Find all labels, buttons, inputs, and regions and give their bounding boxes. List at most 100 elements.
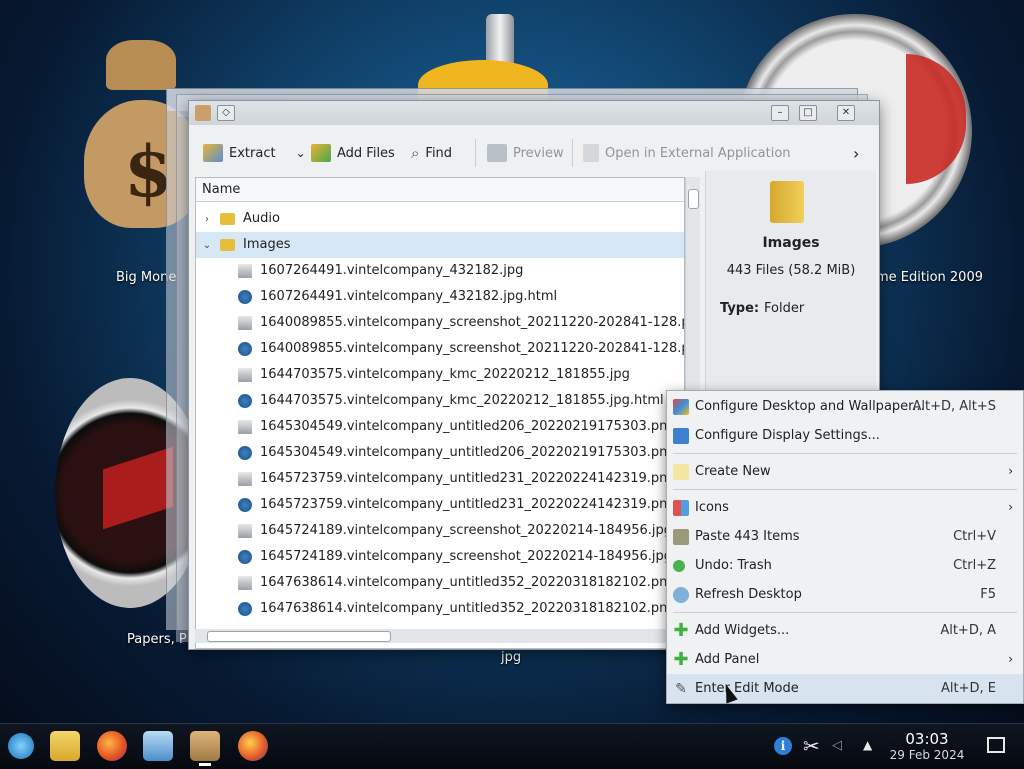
menu-separator — [673, 489, 1017, 490]
menu-item-icons[interactable]: Icons › — [667, 493, 1023, 522]
scissors-icon[interactable]: ✂ — [803, 734, 820, 758]
minimize-button[interactable]: – — [771, 105, 789, 121]
menu-item-undo[interactable]: Undo: Trash Ctrl+Z — [667, 551, 1023, 580]
file-row[interactable]: 1640089855.vintelcompany_screenshot_2021… — [196, 336, 684, 362]
menu-item-refresh[interactable]: Refresh Desktop F5 — [667, 580, 1023, 609]
tree-row-label: Images — [243, 237, 291, 252]
tree-row-label: Audio — [243, 211, 280, 226]
icons-grid-icon — [673, 500, 689, 516]
scroll-handle[interactable] — [688, 189, 699, 209]
file-row[interactable]: 1645304549.vintelcompany_untitled206_202… — [196, 414, 684, 440]
scroll-handle[interactable] — [207, 631, 391, 642]
menu-item-add-panel[interactable]: ✚ Add Panel › — [667, 645, 1023, 674]
image-file-icon — [238, 523, 252, 538]
file-name: 1644703575.vintelcompany_kmc_20220212_18… — [260, 367, 630, 382]
new-file-icon — [673, 464, 689, 480]
maximize-button[interactable]: □ — [799, 105, 817, 121]
html-file-icon — [238, 497, 252, 512]
open-external-button[interactable]: Open in External Application — [583, 140, 791, 166]
main-toolbar: Extract ⌄ Add Files ⌕ Find Preview Open … — [189, 129, 879, 175]
file-row[interactable]: 1607264491.vintelcompany_432182.jpg.html — [196, 284, 684, 310]
file-row[interactable]: 1607264491.vintelcompany_432182.jpg — [196, 258, 684, 284]
add-files-button[interactable]: Add Files — [311, 140, 395, 166]
image-file-icon — [238, 263, 252, 278]
add-files-icon — [311, 144, 331, 162]
preview-button[interactable]: Preview — [487, 140, 564, 166]
html-file-icon — [238, 445, 252, 460]
extract-button[interactable]: Extract ⌄ — [203, 140, 306, 166]
display-icon — [673, 428, 689, 444]
info-type-label: Type: — [720, 301, 760, 316]
start-menu-icon[interactable] — [8, 733, 34, 759]
file-row[interactable]: 1647638614.vintelcompany_untitled352_202… — [196, 570, 684, 596]
firefox-icon[interactable] — [97, 731, 127, 761]
system-settings-icon[interactable] — [143, 731, 173, 761]
close-button[interactable]: ✕ — [837, 105, 855, 121]
toolbar-separator — [572, 139, 573, 167]
file-row[interactable]: 1645724189.vintelcompany_screenshot_2022… — [196, 518, 684, 544]
chevron-right-icon: › — [853, 143, 860, 163]
desktop-icon-label[interactable]: jpg — [501, 650, 521, 665]
info-title: Images — [762, 235, 820, 251]
find-button[interactable]: ⌕ Find — [411, 140, 452, 166]
desktop-icon-label[interactable]: me Edition 2009 — [876, 270, 983, 285]
file-tree[interactable]: Name › Audio ⌄ Images 1607264491.vintelcom… — [195, 177, 685, 649]
file-row[interactable]: 1644703575.vintelcompany_kmc_20220212_18… — [196, 388, 684, 414]
chevron-right-icon: › — [1008, 464, 1013, 478]
tree-row-images[interactable]: ⌄ Images — [196, 232, 684, 258]
menu-item-create-new[interactable]: Create New › — [667, 457, 1023, 486]
info-icon[interactable]: i — [774, 737, 792, 755]
image-file-icon — [238, 315, 252, 330]
image-file-icon — [238, 471, 252, 486]
file-row[interactable]: 1645304549.vintelcompany_untitled206_202… — [196, 440, 684, 466]
html-file-icon — [238, 601, 252, 616]
tree-row-audio[interactable]: › Audio — [196, 206, 684, 232]
info-type-value: Folder — [764, 301, 805, 316]
app-icon[interactable] — [195, 105, 211, 121]
file-name: 1645723759.vintelcompany_untitled231_202… — [260, 497, 684, 512]
file-row[interactable]: 1645723759.vintelcompany_untitled231_202… — [196, 492, 684, 518]
chevron-right-icon[interactable]: › — [202, 207, 212, 232]
toolbar-separator — [475, 139, 476, 167]
desktop-context-menu[interactable]: Configure Desktop and Wallpaper... Alt+D… — [666, 390, 1024, 704]
menu-item-configure-desktop[interactable]: Configure Desktop and Wallpaper... Alt+D… — [667, 392, 1023, 421]
refresh-icon — [673, 587, 689, 603]
image-file-icon — [238, 575, 252, 590]
window-menu-button[interactable]: ◇ — [217, 105, 235, 121]
html-file-icon — [238, 393, 252, 408]
file-row[interactable]: 1644703575.vintelcompany_kmc_20220212_18… — [196, 362, 684, 388]
name-column-header[interactable]: Name — [196, 178, 684, 202]
volume-icon[interactable]: ◁ — [832, 738, 842, 753]
file-name: 1645304549.vintelcompany_untitled206_202… — [260, 419, 676, 434]
file-row[interactable]: 1647638614.vintelcompany_untitled352_202… — [196, 596, 684, 622]
file-name: 1640089855.vintelcompany_screenshot_2021… — [260, 341, 684, 356]
clock-date[interactable]: 29 Feb 2024 — [884, 748, 970, 762]
show-desktop-icon[interactable] — [987, 737, 1005, 753]
clock-time[interactable]: 03:03 — [888, 730, 966, 748]
document-icon — [583, 144, 599, 162]
wallpaper-icon — [673, 399, 689, 415]
menu-item-paste[interactable]: Paste 443 Items Ctrl+V — [667, 522, 1023, 551]
menu-item-add-widgets[interactable]: ✚ Add Widgets... Alt+D, A — [667, 616, 1023, 645]
info-summary: 443 Files (58.2 MiB) — [726, 263, 856, 278]
plus-icon: ✚ — [673, 620, 689, 641]
file-manager-icon[interactable] — [50, 731, 80, 761]
toolbar-overflow-button[interactable]: › — [853, 140, 859, 166]
search-icon: ⌕ — [411, 144, 420, 162]
chevron-right-icon: › — [1008, 500, 1013, 514]
horizontal-scrollbar[interactable] — [195, 629, 683, 643]
active-task-indicator — [199, 763, 211, 766]
file-name: 1607264491.vintelcompany_432182.jpg.html — [260, 289, 558, 304]
chevron-down-icon[interactable]: ⌄ — [296, 146, 306, 160]
menu-item-configure-display[interactable]: Configure Display Settings... — [667, 421, 1023, 450]
firefox-icon[interactable] — [238, 731, 268, 761]
file-row[interactable]: 1645724189.vintelcompany_screenshot_2022… — [196, 544, 684, 570]
tray-expand-icon[interactable]: ▲ — [863, 738, 872, 752]
window-titlebar[interactable]: ◇ – □ ✕ — [189, 101, 879, 125]
ark-archiver-icon[interactable] — [190, 731, 220, 761]
file-row[interactable]: 1640089855.vintelcompany_screenshot_2021… — [196, 310, 684, 336]
file-row[interactable]: 1645723759.vintelcompany_untitled231_202… — [196, 466, 684, 492]
html-file-icon — [238, 549, 252, 564]
chevron-down-icon[interactable]: ⌄ — [202, 233, 212, 258]
file-name: 1647638614.vintelcompany_untitled352_202… — [260, 601, 684, 616]
